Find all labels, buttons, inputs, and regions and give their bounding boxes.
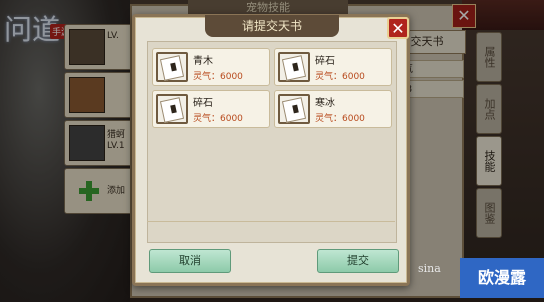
book-aura: 灵气：6000 — [193, 72, 243, 82]
divider — [147, 221, 395, 222]
book-aura: 灵气：6000 — [193, 114, 243, 124]
sina-logo: sina — [418, 262, 441, 275]
submit-button[interactable]: 提交 — [317, 249, 399, 273]
book-item[interactable]: 青木 灵气：6000 — [152, 48, 270, 86]
close-icon[interactable]: ✕ — [387, 17, 409, 39]
skill-book-icon — [278, 52, 310, 82]
skill-book-icon — [156, 52, 188, 82]
cancel-button[interactable]: 取消 — [149, 249, 231, 273]
book-aura: 灵气：6000 — [315, 72, 365, 82]
book-name: 寒冰 — [315, 98, 335, 109]
book-item[interactable]: 寒冰 灵气：6000 — [274, 90, 392, 128]
skill-book-icon — [278, 94, 310, 124]
skill-book-icon — [156, 94, 188, 124]
submit-book-dialog: 请提交天书 ✕ 青木 灵气：6000 碎石 灵气：6000 碎石 灵气：6000… — [132, 14, 410, 286]
book-name: 碎石 — [193, 98, 213, 109]
book-item[interactable]: 碎石 灵气：6000 — [152, 90, 270, 128]
book-item[interactable]: 碎石 灵气：6000 — [274, 48, 392, 86]
book-slot-area: 青木 灵气：6000 碎石 灵气：6000 碎石 灵气：6000 寒冰 灵气：6… — [147, 41, 397, 243]
book-name: 青木 — [193, 56, 213, 67]
book-name: 碎石 — [315, 56, 335, 67]
dialog-title: 请提交天书 — [205, 15, 339, 37]
site-watermark: 欧漫露 — [460, 258, 544, 298]
book-aura: 灵气：6000 — [315, 114, 365, 124]
